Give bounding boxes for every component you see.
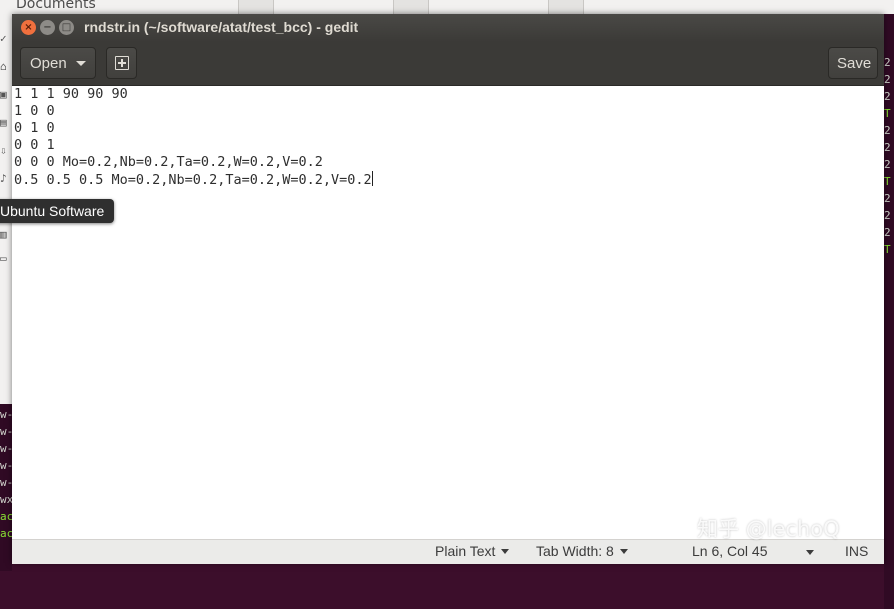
terminal-line: 2	[884, 226, 891, 239]
new-document-button[interactable]	[106, 47, 137, 79]
text-editor[interactable]: 1 1 1 90 90 90 1 0 0 0 1 0 0 0 1 0 0 0 M…	[12, 86, 884, 541]
maximize-icon[interactable]: □	[59, 20, 74, 35]
editor-line[interactable]: 0 0 0 Mo=0.2,Nb=0.2,Ta=0.2,W=0.2,V=0.2	[14, 154, 323, 171]
editor-line[interactable]: 1 1 1 90 90 90	[14, 86, 128, 103]
open-label: Open	[30, 55, 67, 72]
insert-mode-indicator: INS	[845, 543, 869, 559]
file-thumbnail	[393, 0, 429, 14]
close-icon[interactable]: ×	[21, 20, 36, 35]
watermark: 知乎 @lechoQ	[697, 517, 840, 541]
terminal-line: w-	[0, 459, 12, 472]
terminal-line: 2	[884, 56, 891, 69]
editor-line[interactable]: 1 0 0	[14, 103, 55, 120]
chevron-down-icon	[619, 549, 628, 554]
cursor-position[interactable]: Ln 6, Col 45	[692, 543, 768, 559]
terminal-line: T	[884, 243, 891, 256]
terminal-line: 2	[884, 209, 891, 222]
chevron-down-icon	[76, 61, 86, 66]
documents-label: Documents	[16, 0, 96, 12]
terminal-line: 2	[884, 73, 891, 86]
documents-icon: ▤	[0, 116, 7, 129]
window-title: rndstr.in (~/software/atat/test_bcc) - g…	[84, 19, 359, 35]
tab-width-label: Tab Width: 8	[536, 543, 614, 559]
title-bar[interactable]: × − □ rndstr.in (~/software/atat/test_bc…	[12, 14, 884, 42]
gedit-window: × − □ rndstr.in (~/software/atat/test_bc…	[12, 14, 884, 564]
chevron-down-icon	[501, 549, 510, 554]
chevron-down-icon[interactable]	[806, 550, 814, 555]
terminal-line: 2	[884, 141, 891, 154]
new-document-icon	[115, 56, 129, 70]
header-bar: Open Save	[12, 42, 884, 86]
background-terminal-left: w- w- w- w- w- wx ac ac	[0, 404, 12, 571]
terminal-line: w-	[0, 425, 12, 438]
editor-line-current[interactable]: 0.5 0.5 0.5 Mo=0.2,Nb=0.2,Ta=0.2,W=0.2,V…	[14, 171, 373, 188]
terminal-line: wx	[0, 493, 12, 506]
editor-line[interactable]: 0 1 0	[14, 120, 55, 137]
file-thumbnail	[548, 0, 584, 14]
open-button[interactable]: Open	[20, 47, 96, 79]
language-label: Plain Text	[435, 543, 496, 559]
editor-line-text: 0.5 0.5 0.5 Mo=0.2,Nb=0.2,Ta=0.2,W=0.2,V…	[14, 172, 372, 188]
home-icon: ⌂	[0, 60, 7, 73]
desktop-icon: ▣	[0, 88, 7, 101]
terminal-line: 2	[884, 158, 891, 171]
terminal-line: T	[884, 107, 891, 120]
file-thumbnail	[238, 0, 274, 14]
terminal-line: w-	[0, 442, 12, 455]
minimize-icon[interactable]: −	[40, 20, 55, 35]
background-file-manager: Documents	[0, 0, 894, 15]
terminal-line: ac	[0, 527, 12, 540]
save-button[interactable]: Save	[828, 47, 878, 79]
drive-icon: ▭	[0, 252, 7, 265]
save-label: Save	[837, 55, 872, 72]
terminal-line: w-	[0, 476, 12, 489]
terminal-line: ac	[0, 510, 12, 523]
terminal-line: T	[884, 175, 891, 188]
terminal-line: 2	[884, 124, 891, 137]
background-terminal-right: 2 2 2 T 2 2 2 T 2 2 2 T	[884, 14, 894, 609]
launcher-tooltip: Ubuntu Software	[0, 199, 115, 223]
language-selector[interactable]: Plain Text	[435, 543, 510, 559]
terminal-line: 2	[884, 192, 891, 205]
trash-icon: ▥	[0, 228, 7, 241]
editor-line[interactable]: 0 0 1	[14, 137, 55, 154]
tab-width-selector[interactable]: Tab Width: 8	[536, 543, 628, 559]
downloads-icon: ⇩	[0, 144, 7, 157]
recent-icon: ✓	[0, 32, 7, 45]
text-cursor	[371, 171, 373, 186]
music-icon: ♪	[0, 172, 7, 185]
terminal-line: w-	[0, 408, 12, 421]
terminal-line: 2	[884, 90, 891, 103]
